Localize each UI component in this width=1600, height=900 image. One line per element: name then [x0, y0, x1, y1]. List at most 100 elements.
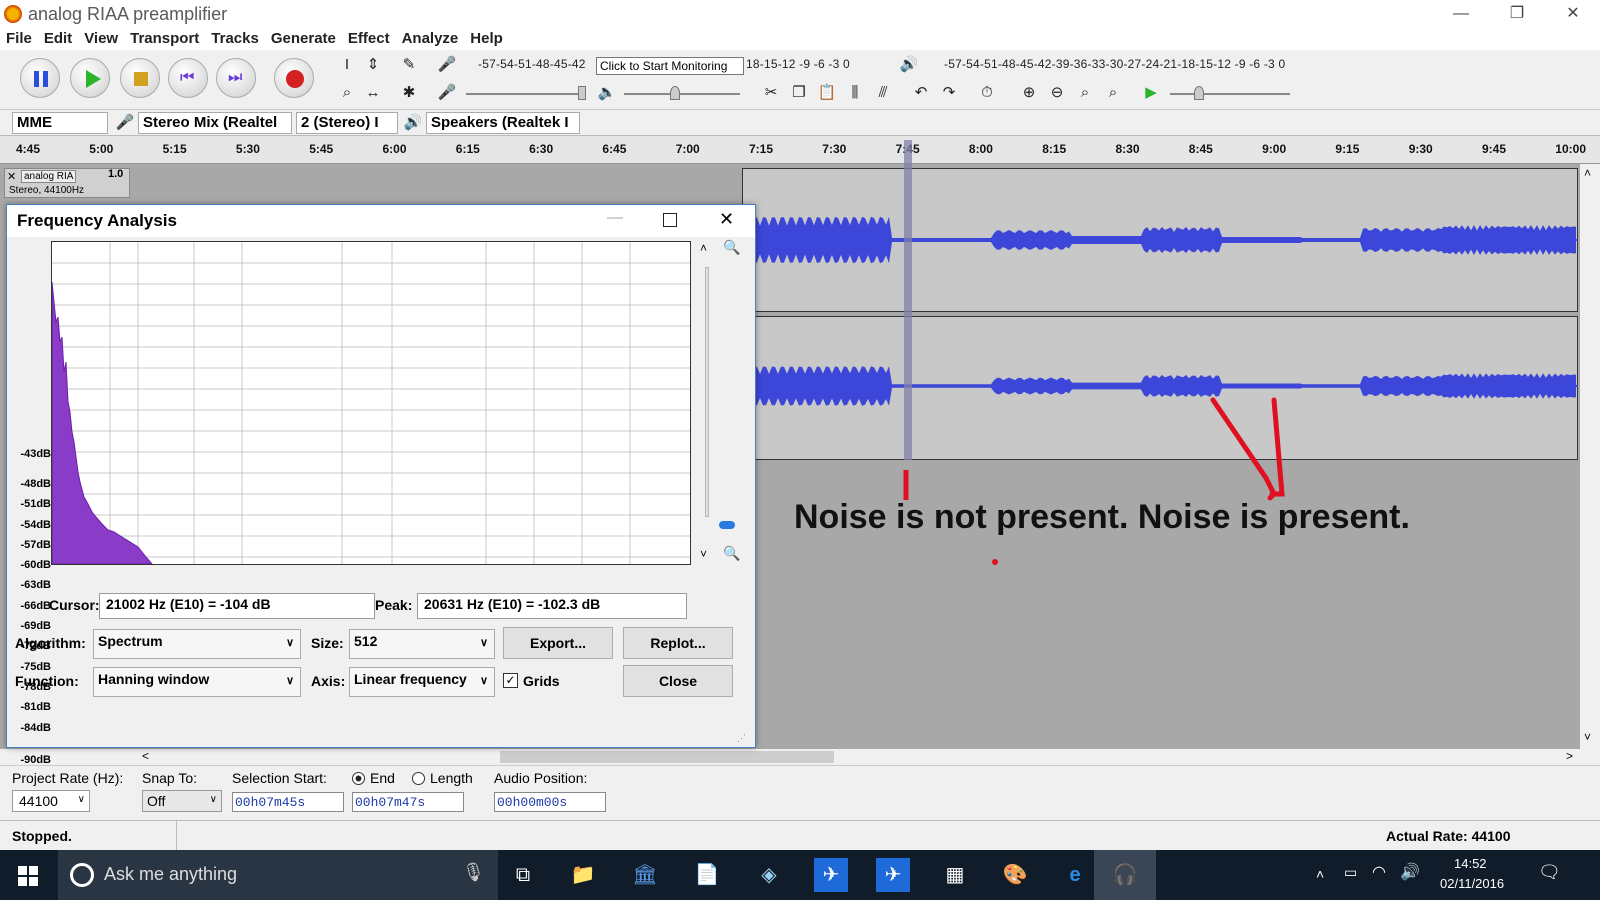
function-select[interactable]: Hanning window ∨ — [93, 667, 301, 697]
export-button[interactable]: Export... — [503, 627, 613, 659]
audio-position-time[interactable]: 00h00m00s — [494, 792, 606, 812]
grids-checkbox[interactable]: ✓ — [503, 673, 518, 688]
menu-tracks[interactable]: Tracks — [205, 28, 265, 47]
vertical-scrollbar[interactable]: ˄ ˅ — [1580, 164, 1600, 749]
app-icon-1[interactable]: ✈ — [814, 858, 848, 892]
microphone-icon[interactable]: 🎙 — [462, 862, 485, 883]
record-volume-slider[interactable] — [466, 93, 586, 95]
minimize-button[interactable]: — — [1438, 0, 1484, 28]
plot-scroll-down-icon[interactable]: ˅ — [700, 547, 707, 561]
play-speed-thumb[interactable] — [1194, 86, 1204, 100]
scroll-right-icon[interactable]: > — [1566, 749, 1573, 763]
zoom-in-icon[interactable]: ⊕ — [1018, 82, 1040, 104]
search-box[interactable]: Ask me anything 🎙 — [58, 850, 498, 900]
record-button[interactable] — [274, 58, 314, 98]
clock-date[interactable]: 02/11/2016 — [1440, 876, 1504, 891]
plot-scroll-up-icon[interactable]: ˄ — [700, 241, 707, 255]
selection-tool-icon[interactable]: I — [336, 54, 358, 76]
menu-generate[interactable]: Generate — [265, 28, 342, 47]
play-button[interactable] — [70, 58, 110, 98]
zoom-in-plot-icon[interactable]: 🔍 — [723, 239, 740, 256]
selection-end-time[interactable]: 00h07m47s — [352, 792, 464, 812]
record-meter-scale-tail[interactable]: 18-15-12 -9 -6 -3 0 — [746, 57, 850, 77]
paint-icon[interactable]: 🎨 — [998, 858, 1032, 892]
project-rate-select[interactable]: 44100 ∨ — [12, 790, 90, 812]
notifications-icon[interactable]: 🗨 — [1538, 862, 1561, 883]
play-at-speed-icon[interactable]: ▶ — [1140, 82, 1162, 104]
record-meter-icon[interactable]: 🎤 — [436, 54, 458, 76]
zoom-tool-icon[interactable]: ⌕ — [336, 82, 358, 104]
stop-button[interactable] — [120, 58, 160, 98]
paste-icon[interactable]: 📋 — [816, 82, 838, 104]
fit-selection-icon[interactable]: ⌕ — [1074, 82, 1096, 104]
end-radio[interactable] — [352, 772, 365, 785]
edge-browser-icon[interactable]: e — [1058, 858, 1092, 892]
track-name-menu[interactable]: analog RIA — [21, 170, 77, 183]
close-dialog-button[interactable]: Close — [623, 665, 733, 697]
file-explorer-icon[interactable]: 📁 — [566, 858, 600, 892]
zoom-out-plot-icon[interactable]: 🔍 — [723, 545, 740, 562]
scroll-left-icon[interactable]: < — [142, 749, 149, 763]
size-select[interactable]: 512 ∨ — [349, 629, 495, 659]
menu-view[interactable]: View — [78, 28, 124, 47]
windows-start-icon[interactable] — [18, 866, 38, 886]
copy-icon[interactable]: ❐ — [788, 82, 810, 104]
library-icon[interactable]: 🏛 — [628, 858, 662, 892]
audacity-icon[interactable]: 🎧 — [1108, 858, 1142, 892]
pause-button[interactable] — [20, 58, 60, 98]
menu-edit[interactable]: Edit — [38, 28, 78, 47]
menu-transport[interactable]: Transport — [124, 28, 205, 47]
play-volume-slider[interactable] — [624, 93, 740, 95]
play-speed-slider[interactable] — [1170, 93, 1290, 95]
record-meter-scale[interactable]: -57-54-51-48-45-42 — [478, 57, 586, 77]
notes-icon[interactable]: ◈ — [752, 858, 786, 892]
draw-tool-icon[interactable]: ✎ — [398, 54, 420, 76]
scroll-down-icon[interactable]: ˅ — [1584, 730, 1591, 744]
playback-device-select[interactable]: Speakers (Realtek I — [426, 112, 580, 134]
plot-scroll-track[interactable] — [705, 267, 709, 517]
scroll-thumb[interactable] — [500, 751, 834, 763]
selection-start-time[interactable]: 00h07m45s — [232, 792, 344, 812]
tray-chevron-icon[interactable]: ˄ — [1316, 866, 1324, 882]
volume-icon[interactable]: 🔊 — [1400, 862, 1420, 882]
play-volume-thumb[interactable] — [670, 86, 680, 100]
calculator-icon[interactable]: ▦ — [938, 858, 972, 892]
horizontal-scrollbar[interactable]: < > — [0, 749, 1600, 765]
menu-file[interactable]: File — [0, 28, 38, 47]
wifi-icon[interactable]: ◠ — [1372, 862, 1386, 882]
dialog-minimize-icon[interactable]: — — [607, 209, 623, 227]
dialog-close-icon[interactable]: ✕ — [719, 209, 734, 230]
recording-device-select[interactable]: Stereo Mix (Realtel — [138, 112, 292, 134]
redo-icon[interactable]: ↷ — [938, 82, 960, 104]
axis-select[interactable]: Linear frequency ∨ — [349, 667, 495, 697]
menu-analyze[interactable]: Analyze — [396, 28, 465, 47]
snap-to-select[interactable]: Off ∨ — [142, 790, 222, 812]
track-close-button[interactable]: ✕ — [7, 170, 16, 183]
cut-icon[interactable]: ✂ — [760, 82, 782, 104]
menu-help[interactable]: Help — [464, 28, 509, 47]
sync-lock-icon[interactable]: ⏱ — [976, 82, 998, 104]
timeshift-tool-icon[interactable]: ↔ — [362, 82, 384, 104]
battery-icon[interactable]: ▭ — [1344, 864, 1357, 881]
record-volume-thumb[interactable] — [578, 86, 586, 100]
clock-time[interactable]: 14:52 — [1454, 856, 1487, 871]
zoom-slider-thumb[interactable] — [719, 521, 735, 529]
undo-icon[interactable]: ↶ — [910, 82, 932, 104]
channels-select[interactable]: 2 (Stereo) I — [296, 112, 398, 134]
task-view-icon[interactable]: ⧉ — [506, 858, 540, 892]
play-meter-icon[interactable]: 🔊 — [898, 54, 920, 76]
plot-scroll[interactable]: ˄ ˅ — [697, 241, 717, 565]
maximize-button[interactable]: ❐ — [1494, 0, 1540, 28]
replot-button[interactable]: Replot... — [623, 627, 733, 659]
fit-project-icon[interactable]: ⌕ — [1102, 82, 1124, 104]
spectrum-plot[interactable] — [51, 241, 691, 565]
dialog-maximize-icon[interactable] — [663, 213, 677, 227]
document-icon[interactable]: 📄 — [690, 858, 724, 892]
skip-end-button[interactable]: ⏭ — [216, 58, 256, 98]
scroll-up-icon[interactable]: ˄ — [1584, 166, 1591, 180]
envelope-tool-icon[interactable]: ⇕ — [362, 54, 384, 76]
algorithm-select[interactable]: Spectrum ∨ — [93, 629, 301, 659]
app-icon-2[interactable]: ✈ — [876, 858, 910, 892]
close-window-button[interactable]: ✕ — [1550, 0, 1596, 28]
length-radio[interactable] — [412, 772, 425, 785]
